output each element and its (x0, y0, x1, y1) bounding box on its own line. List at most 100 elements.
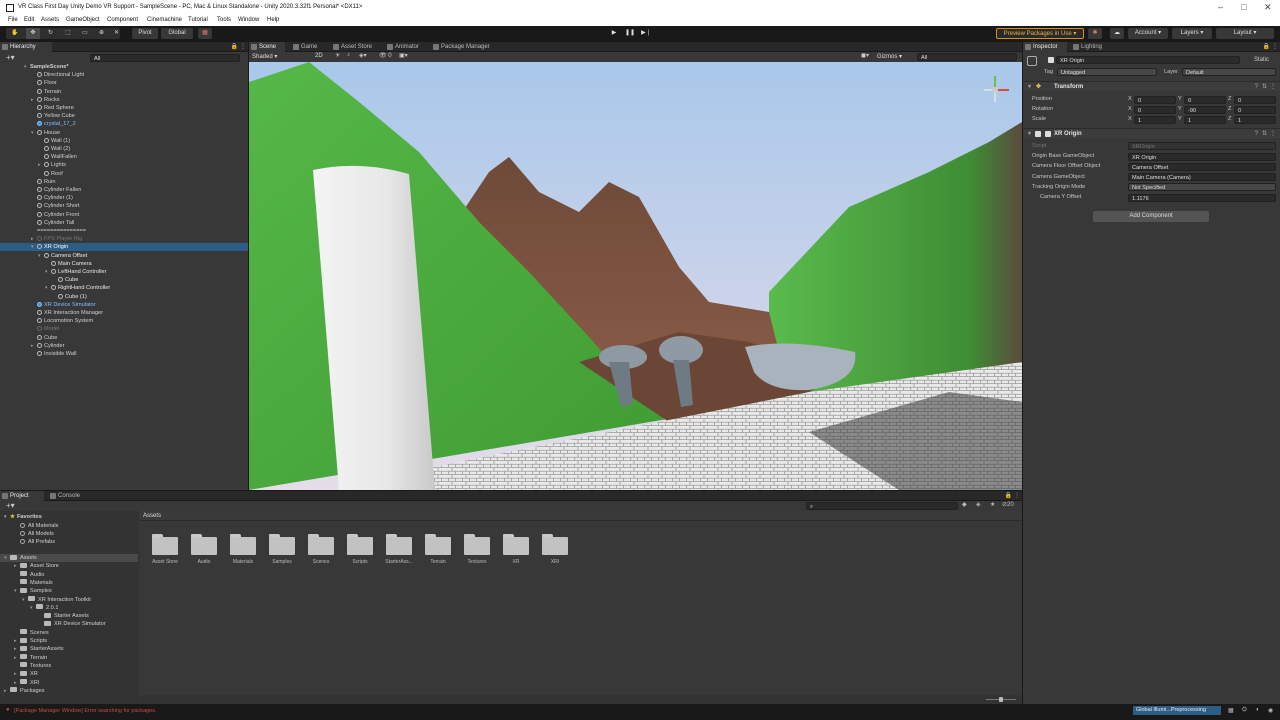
audio-toggle-icon[interactable]: ♪ (347, 52, 350, 58)
transform-scale-y-field[interactable]: 1 (1184, 115, 1226, 124)
object-name-field[interactable]: XR Origin (1056, 56, 1240, 64)
help-icon[interactable]: ? (1255, 82, 1258, 92)
scene-search-input[interactable]: All (917, 53, 1017, 61)
layout-dropdown[interactable]: Layout ▾ (1216, 28, 1274, 39)
hierarchy-item[interactable]: Red Sphere (0, 104, 248, 112)
tab-animator[interactable]: Animator (385, 42, 429, 52)
hierarchy-item[interactable]: WallFallen (0, 153, 248, 161)
maximize-icon[interactable]: □ (1241, 2, 1246, 12)
grid-snap-icon[interactable]: ▦ (198, 28, 212, 39)
2d-toggle[interactable]: 2D (315, 53, 323, 59)
hierarchy-item[interactable]: Cylinder Fallen (0, 186, 248, 194)
project-tree-item[interactable]: XR Device Simulator (0, 620, 138, 628)
project-tree-item[interactable]: Scenes (0, 629, 138, 637)
tab-lighting[interactable]: Lighting (1071, 42, 1115, 52)
project-lock-icon[interactable]: 🔒 (1005, 492, 1012, 499)
panel-menu-icon[interactable]: ⋮ (240, 43, 246, 50)
hierarchy-item[interactable]: ▸ Rocks (0, 96, 248, 104)
active-checkbox[interactable] (1048, 57, 1054, 63)
minimize-icon[interactable]: – (1218, 2, 1223, 12)
hierarchy-search-input[interactable]: All (90, 54, 240, 62)
rotate-tool-icon[interactable]: ↻ (48, 28, 53, 39)
hierarchy-item[interactable]: Terrain (0, 88, 248, 96)
lighting-toggle-icon[interactable]: ☀ (335, 52, 340, 59)
hierarchy-item[interactable]: Ruin (0, 178, 248, 186)
hierarchy-item[interactable]: Roof (0, 170, 248, 178)
move-tool-icon[interactable]: ✥ (26, 28, 40, 39)
project-tree-item[interactable]: ▾ Samples (0, 587, 138, 595)
xr-field-value[interactable]: Main Camera (Camera) (1128, 173, 1276, 182)
xr-field-value[interactable]: Not Specified (1128, 183, 1276, 192)
asset-folder[interactable]: Asset Store (152, 534, 180, 566)
hierarchy-item[interactable]: Cylinder Short (0, 202, 248, 210)
project-tree-item[interactable]: Audio (0, 571, 138, 579)
menu-edit[interactable]: Edit (24, 17, 34, 23)
inspector-menu-icon[interactable]: ⋮ (1272, 43, 1278, 50)
play-icon[interactable]: ▶ (608, 28, 620, 39)
hand-tool-icon[interactable]: ✋ (11, 28, 18, 39)
tab-project[interactable]: Project (0, 491, 44, 501)
xr-field-value[interactable]: Camera Offset (1128, 162, 1276, 171)
pivot-toggle[interactable]: Pivot (132, 28, 158, 39)
tab-asset-store[interactable]: Asset Store (331, 42, 379, 52)
transform-rotation-y-field[interactable]: -90 (1184, 105, 1226, 114)
tab-hierarchy[interactable]: Hierarchy (0, 42, 52, 52)
asset-folder[interactable]: XR (503, 534, 531, 566)
menu-help[interactable]: Help (267, 17, 279, 23)
xr-field-value[interactable]: XR Origin (1128, 152, 1276, 161)
asset-folder[interactable]: StarterAss... (385, 534, 414, 566)
transform-scale-x-field[interactable]: 1 (1134, 115, 1176, 124)
tab-game[interactable]: Game (291, 42, 327, 52)
hierarchy-item[interactable]: Yellow Cube (0, 112, 248, 120)
project-tree-item[interactable]: Starter Assets (0, 612, 138, 620)
hierarchy-item[interactable]: ▸ Cylinder (0, 342, 248, 350)
breadcrumb-assets[interactable]: Assets (143, 513, 161, 519)
debug-icon[interactable]: ⛭ (1242, 707, 1247, 714)
filter-type-icon[interactable]: ◆ (962, 501, 967, 508)
transform-scale-z-field[interactable]: 1 (1234, 115, 1276, 124)
favorites-header[interactable]: ▾ ★ Favorites (0, 513, 138, 521)
hierarchy-item[interactable]: Cube (0, 334, 248, 342)
preset-icon[interactable]: ⇅ (1262, 82, 1267, 92)
expand-arrow-icon[interactable]: ▾ (31, 243, 37, 251)
hierarchy-item[interactable]: Cube (1) (0, 293, 248, 301)
custom-tool-icon[interactable]: ✕ (114, 28, 119, 39)
transform-rotation-z-field[interactable]: 0 (1234, 105, 1276, 114)
favorite-item[interactable]: All Prefabs (0, 538, 138, 546)
project-tree-item[interactable]: ▸ Packages (0, 687, 138, 695)
layer-dropdown[interactable]: Default (1182, 68, 1276, 76)
scene-viewport[interactable] (249, 62, 1022, 490)
favorite-search-icon[interactable]: ★ (990, 501, 995, 508)
asset-folder[interactable]: Textures (464, 534, 492, 566)
project-tree-item[interactable]: ▸ XR (0, 670, 138, 678)
hierarchy-item[interactable]: ▾ XR Origin (0, 243, 248, 252)
hierarchy-item[interactable]: =============== (0, 227, 248, 235)
account-dropdown[interactable]: Account ▾ (1128, 28, 1168, 39)
gizmos-dropdown[interactable]: Gizmos ▾ (877, 53, 902, 60)
global-toggle[interactable]: Global (161, 28, 193, 39)
static-toggle[interactable]: Static (1254, 57, 1269, 63)
project-tree-item[interactable]: ▸ Terrain (0, 654, 138, 662)
menu-tutorial[interactable]: Tutorial (188, 17, 208, 23)
transform-rotation-x-field[interactable]: 0 (1134, 105, 1176, 114)
tab-inspector[interactable]: Inspector (1023, 42, 1067, 52)
menu-tools[interactable]: Tools (217, 17, 231, 23)
asset-folder[interactable]: Materials (230, 534, 258, 566)
menu-cinemachine[interactable]: Cinemachine (147, 17, 182, 23)
asset-folder[interactable]: XRI (542, 534, 570, 566)
hierarchy-item[interactable]: Cylinder Front (0, 211, 248, 219)
hierarchy-item[interactable]: Wall (2) (0, 145, 248, 153)
scene-root[interactable]: ▾ SampleScene* (0, 63, 248, 71)
hierarchy-item[interactable]: Cube (0, 276, 248, 284)
hierarchy-item[interactable]: ▾ RightHand Controller (0, 284, 248, 292)
asset-folder[interactable]: Audio (191, 534, 219, 566)
hidden-packages-icon[interactable]: ⊘20 (1002, 501, 1014, 508)
hierarchy-item[interactable]: Invisible Wall (0, 350, 248, 358)
project-tree-item[interactable]: Materials (0, 579, 138, 587)
menu-file[interactable]: File (8, 17, 18, 23)
add-component-button[interactable]: Add Component (1093, 211, 1209, 222)
asset-folder[interactable]: Scenes (308, 534, 336, 566)
camera-settings-icon[interactable]: ▣▾ (399, 52, 408, 59)
project-search-input[interactable]: ⌕ (806, 502, 958, 510)
xr-field-value[interactable]: 1.1176 (1128, 193, 1276, 202)
